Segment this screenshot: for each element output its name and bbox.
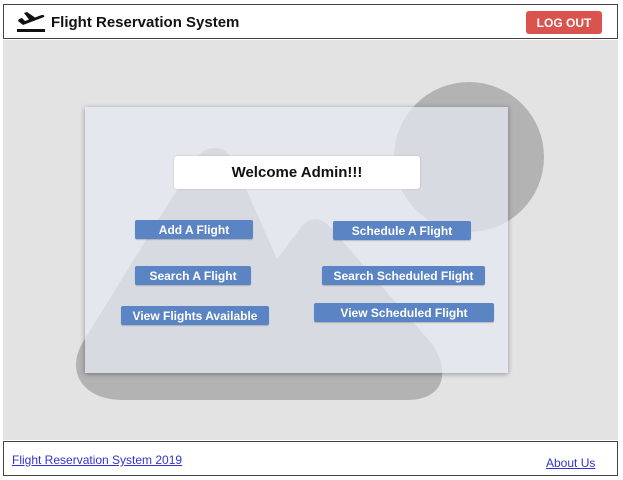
app-footer: Flight Reservation System 2019 About Us: [3, 441, 618, 476]
view-flights-available-button[interactable]: View Flights Available: [121, 306, 269, 325]
app-header: Flight Reservation System LOG OUT: [3, 4, 618, 39]
view-scheduled-flight-button[interactable]: View Scheduled Flight: [314, 303, 494, 322]
search-flight-button[interactable]: Search A Flight: [135, 266, 251, 285]
logout-button[interactable]: LOG OUT: [526, 11, 602, 34]
admin-panel-card: Welcome Admin!!! Add A Flight Schedule A…: [85, 107, 508, 373]
copyright-link[interactable]: Flight Reservation System 2019: [12, 453, 182, 467]
add-flight-button[interactable]: Add A Flight: [135, 220, 253, 239]
search-scheduled-flight-button[interactable]: Search Scheduled Flight: [322, 266, 485, 285]
app-title: Flight Reservation System: [51, 14, 240, 31]
schedule-flight-button[interactable]: Schedule A Flight: [333, 221, 471, 240]
airplane-departure-icon: [17, 12, 45, 32]
welcome-message: Welcome Admin!!!: [174, 156, 420, 189]
about-us-link[interactable]: About Us: [546, 456, 595, 470]
main-area: Welcome Admin!!! Add A Flight Schedule A…: [3, 40, 618, 440]
